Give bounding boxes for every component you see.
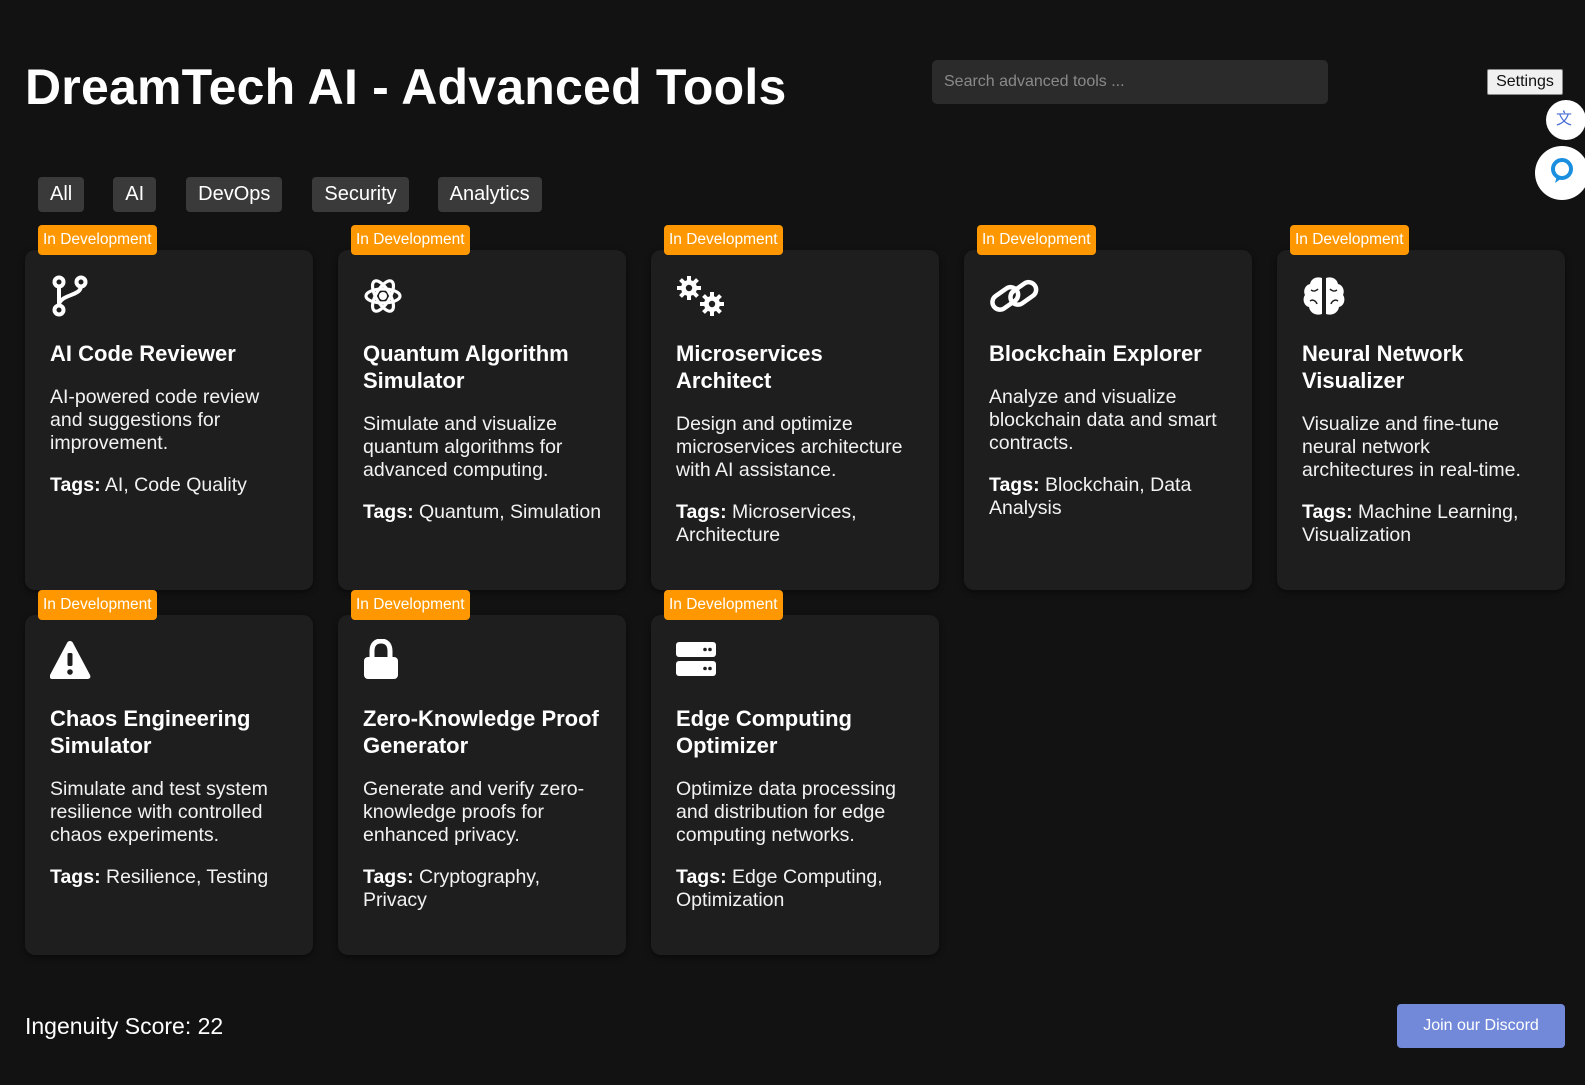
cogs-icon	[676, 274, 726, 318]
card-title: Blockchain Explorer	[989, 341, 1202, 366]
status-badge: In Development	[664, 225, 783, 255]
tool-card-chaos-engineering[interactable]: In Development Chaos Engineering Simulat…	[25, 590, 313, 955]
page-title: DreamTech AI - Advanced Tools	[25, 59, 787, 115]
card-title: Microservices Architect	[676, 341, 823, 393]
card-description: Design and optimize microservices archit…	[676, 413, 903, 481]
card-tags: Tags: Machine Learning, Visualization	[1302, 501, 1541, 547]
card-tags: Tags: Blockchain, Data Analysis	[989, 474, 1228, 520]
translate-icon: 文	[1555, 107, 1577, 134]
server-icon	[676, 639, 726, 683]
tool-card-ai-code-reviewer[interactable]: In Development AI Code Reviewer AI-power…	[25, 225, 313, 590]
card-title: Quantum Algorithm Simulator	[363, 341, 569, 393]
card-tags: Tags: Cryptography, Privacy	[363, 866, 602, 912]
lock-icon	[363, 639, 413, 683]
status-badge: In Development	[351, 225, 470, 255]
tags-label: Tags:	[676, 501, 727, 523]
filter-devops[interactable]: DevOps	[186, 177, 283, 212]
atom-icon	[363, 274, 413, 318]
tags-label: Tags:	[50, 866, 101, 888]
status-badge: In Development	[351, 590, 470, 620]
filter-analytics[interactable]: Analytics	[437, 177, 542, 212]
translate-button[interactable]: 文	[1546, 100, 1585, 140]
card-title: Chaos Engineering Simulator	[50, 706, 251, 758]
status-badge: In Development	[38, 590, 157, 620]
link-icon	[989, 274, 1039, 318]
filter-bar: All AI DevOps Security Analytics	[38, 177, 542, 212]
status-badge: In Development	[38, 225, 157, 255]
card-tags: Tags: Microservices, Architecture	[676, 501, 915, 547]
card-description: Visualize and fine-tune neural network a…	[1302, 413, 1521, 481]
card-title: AI Code Reviewer	[50, 341, 236, 366]
svg-text:文: 文	[1556, 109, 1572, 128]
tool-card-neural-network-visualizer[interactable]: In Development Neural Network Visualizer…	[1277, 225, 1565, 590]
search-input[interactable]	[932, 60, 1328, 104]
tool-card-quantum-simulator[interactable]: In Development Quantum Algorithm Simulat…	[338, 225, 626, 590]
tags-label: Tags:	[363, 866, 414, 888]
filter-all[interactable]: All	[38, 177, 85, 212]
tags-label: Tags:	[363, 501, 414, 523]
card-description: Simulate and test system resilience with…	[50, 778, 268, 846]
tags-label: Tags:	[50, 474, 101, 496]
tool-card-blockchain-explorer[interactable]: In Development Blockchain Explorer Analy…	[964, 225, 1252, 590]
tool-card-zero-knowledge-proof[interactable]: In Development Zero-Knowledge Proof Gene…	[338, 590, 626, 955]
card-description: AI-powered code review and suggestions f…	[50, 386, 260, 454]
assistant-icon	[1547, 156, 1577, 191]
settings-button[interactable]: Settings	[1487, 69, 1563, 95]
card-description: Generate and verify zero-knowledge proof…	[363, 778, 585, 846]
card-title: Neural Network Visualizer	[1302, 341, 1464, 393]
filter-security[interactable]: Security	[312, 177, 409, 212]
card-tags: Tags: AI, Code Quality	[50, 474, 289, 497]
tags-value: Quantum, Simulation	[418, 501, 602, 523]
status-badge: In Development	[977, 225, 1096, 255]
card-tags: Tags: Edge Computing, Optimization	[676, 866, 915, 912]
tags-value: Resilience, Testing	[105, 866, 269, 888]
tool-card-microservices-architect[interactable]: In Development Microservices Architect D…	[651, 225, 939, 590]
tool-card-edge-computing[interactable]: In Development Edge Computing Optimizer …	[651, 590, 939, 955]
card-description: Simulate and visualize quantum algorithm…	[363, 413, 563, 481]
card-tags: Tags: Resilience, Testing	[50, 866, 289, 889]
card-description: Analyze and visualize blockchain data an…	[989, 386, 1217, 454]
code-branch-icon	[50, 274, 100, 318]
tags-label: Tags:	[676, 866, 727, 888]
tags-value: AI, Code Quality	[104, 474, 247, 496]
tags-label: Tags:	[989, 474, 1040, 496]
card-description: Optimize data processing and distributio…	[676, 778, 897, 846]
status-badge: In Development	[1290, 225, 1409, 255]
card-title: Edge Computing Optimizer	[676, 706, 852, 758]
card-tags: Tags: Quantum, Simulation	[363, 501, 602, 524]
ingenuity-score: Ingenuity Score: 22	[25, 1013, 224, 1039]
filter-ai[interactable]: AI	[113, 177, 157, 212]
join-discord-button[interactable]: Join our Discord	[1397, 1004, 1565, 1048]
status-badge: In Development	[664, 590, 783, 620]
tags-label: Tags:	[1302, 501, 1353, 523]
assistant-button[interactable]	[1535, 146, 1585, 200]
card-title: Zero-Knowledge Proof Generator	[363, 706, 599, 758]
brain-icon	[1302, 274, 1352, 318]
warning-icon	[50, 639, 100, 683]
